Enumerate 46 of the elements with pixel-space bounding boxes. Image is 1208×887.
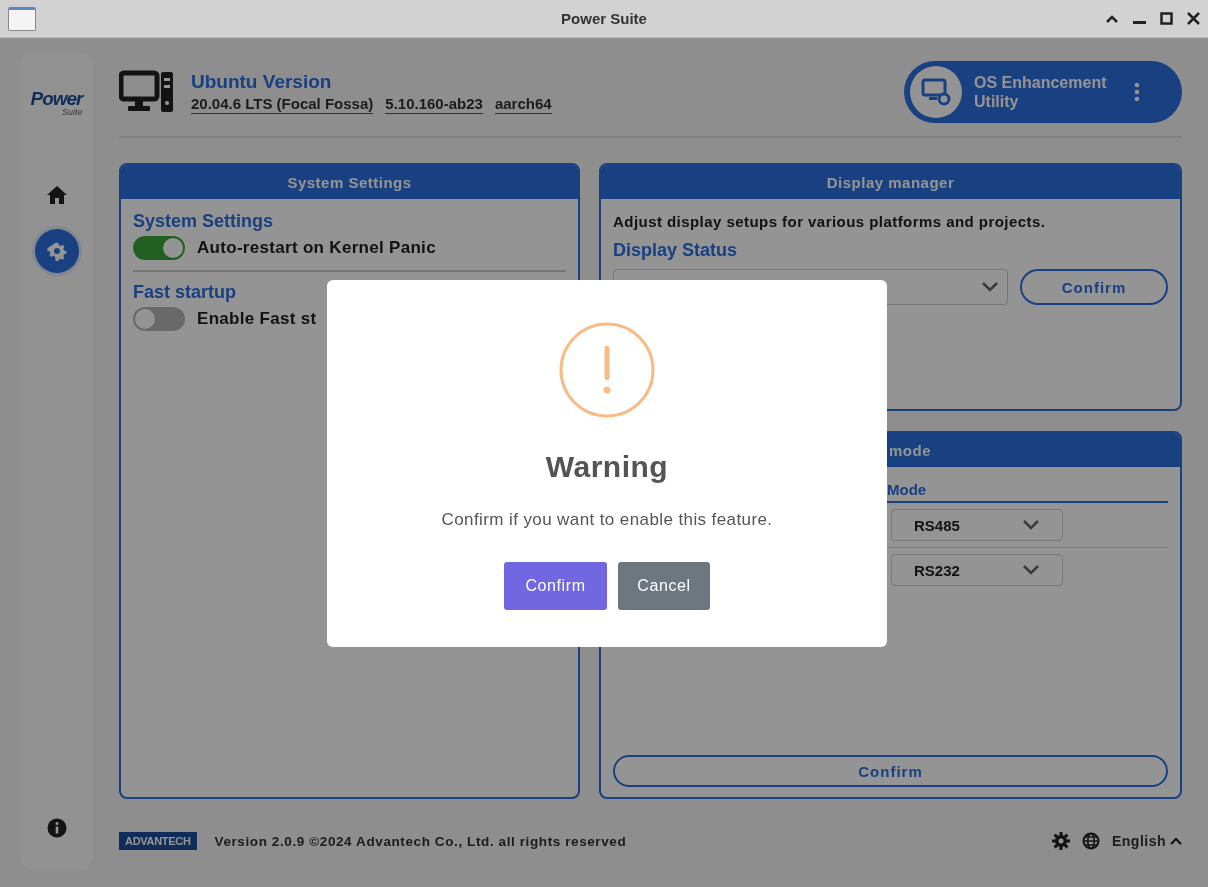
app-icon	[8, 6, 36, 31]
toggle-switch[interactable]	[133, 307, 185, 331]
nav-item[interactable]	[34, 229, 79, 273]
version-value: 20.04.6 LTS (Focal Fossa)	[191, 94, 374, 114]
toggle-switch[interactable]	[133, 236, 185, 260]
toggle-label: Auto-restart on Kernel Panic	[197, 238, 436, 258]
dialog-message: Confirm if you want to enable this feature.	[441, 510, 773, 530]
toggle-label: Enable Fast st	[197, 309, 317, 329]
section-heading: Display Status	[613, 240, 739, 261]
confirm-button[interactable]: Confirm	[504, 562, 607, 610]
chevron-down-icon	[1022, 519, 1040, 531]
maximize-icon[interactable]	[1160, 12, 1173, 25]
panel-description: Adjust display setups for various platforms and projects.	[613, 213, 1047, 230]
close-icon[interactable]	[1187, 12, 1200, 25]
chevron-down-icon	[981, 281, 999, 293]
globe-icon[interactable]	[1081, 832, 1100, 850]
confirm-button[interactable]: Confirm	[613, 755, 1168, 787]
collapse-icon[interactable]	[1105, 13, 1119, 24]
confirm-button[interactable]: Confirm	[1020, 269, 1168, 305]
logo-title: Power	[30, 88, 83, 109]
section-heading: System Settings	[133, 211, 275, 232]
window-title: Power Suite	[561, 10, 647, 27]
section-heading: Fast startup	[133, 282, 238, 303]
version-value: aarch64	[494, 94, 552, 114]
language-selector[interactable]: English	[1111, 833, 1182, 849]
logo-subtitle: Suite	[62, 107, 83, 117]
version-value: 5.10.160-ab23	[385, 94, 483, 114]
mode-dropdown[interactable]: RS485	[891, 509, 1063, 541]
info-icon	[46, 818, 67, 838]
version-title: Ubuntu Version	[191, 70, 333, 93]
brand-logo: ADVANTECH	[119, 832, 197, 850]
mode-dropdown[interactable]: RS232	[891, 554, 1063, 586]
more-options-icon[interactable]	[1134, 82, 1140, 102]
chevron-down-icon	[1022, 564, 1040, 576]
cancel-button[interactable]: Cancel	[618, 562, 710, 610]
panel-header: Display manager	[601, 165, 1180, 199]
desktop-computer-icon	[119, 70, 175, 114]
panel-header: System Settings	[121, 165, 578, 199]
os-enhancement-utility-button[interactable]: OS Enhancement Utility	[904, 61, 1182, 123]
caret-up-icon	[1170, 837, 1182, 845]
warning-icon	[559, 322, 655, 418]
monitor-gear-icon	[921, 78, 951, 106]
home-icon	[45, 185, 68, 205]
copyright-text: Version 2.0.9 ©2024 Advantech Co., Ltd. all rights reserved	[214, 833, 627, 849]
settings-icon[interactable]	[1051, 832, 1070, 850]
settings-icon	[46, 241, 67, 261]
